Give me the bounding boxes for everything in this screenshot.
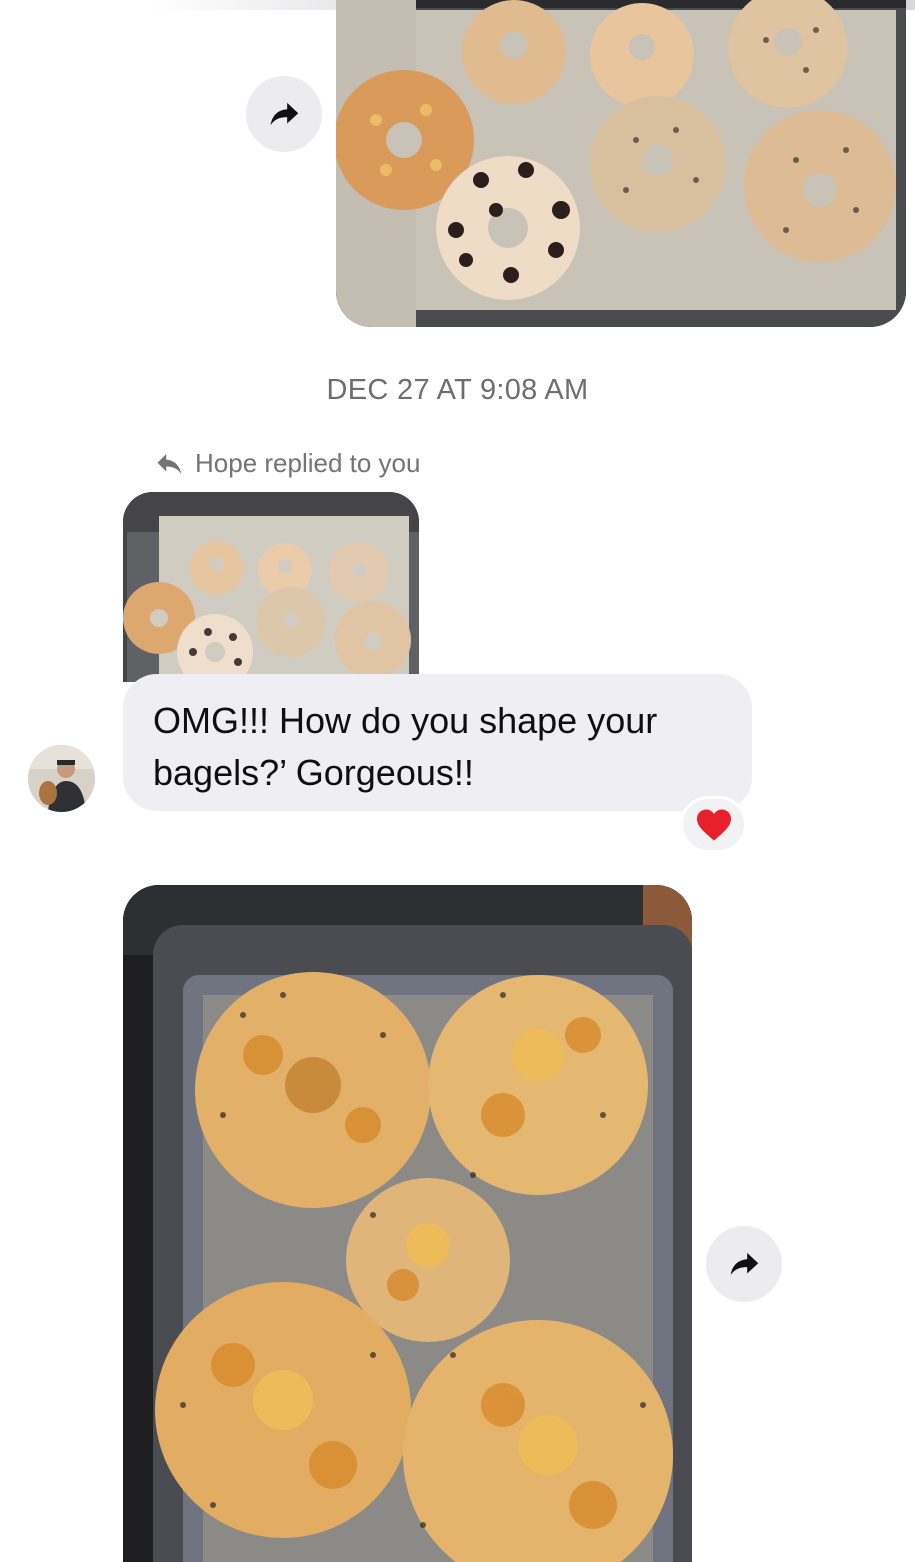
bagels-tray-image (336, 0, 906, 327)
replied-photo-preview[interactable] (123, 492, 419, 682)
reply-arrow-icon (157, 453, 182, 474)
dm-conversation: DEC 27 AT 9:08 AM Hope replied to you OM… (0, 0, 915, 1562)
share-forward-arrow-icon (730, 1252, 759, 1276)
red-heart-icon (696, 809, 731, 840)
sender-avatar[interactable] (28, 745, 95, 812)
sent-photo-bagels-tray[interactable] (336, 0, 906, 327)
replied-bagels-image (123, 492, 419, 682)
received-photo-cheese-bagels[interactable] (123, 885, 692, 1562)
avatar-photo (28, 745, 95, 812)
reply-context-label: Hope replied to you (155, 448, 420, 479)
received-message-bubble[interactable]: OMG!!! How do you shape your bagels?’ Go… (123, 674, 752, 811)
message-timestamp: DEC 27 AT 9:08 AM (326, 374, 589, 406)
reply-context-text: Hope replied to you (195, 448, 421, 478)
forward-button[interactable] (706, 1226, 782, 1302)
cheese-bagels-image (123, 885, 692, 1562)
forward-button[interactable] (246, 76, 322, 152)
message-text: OMG!!! How do you shape your bagels?’ Go… (153, 700, 658, 793)
message-reaction[interactable] (680, 796, 747, 853)
share-forward-arrow-icon (270, 102, 299, 126)
